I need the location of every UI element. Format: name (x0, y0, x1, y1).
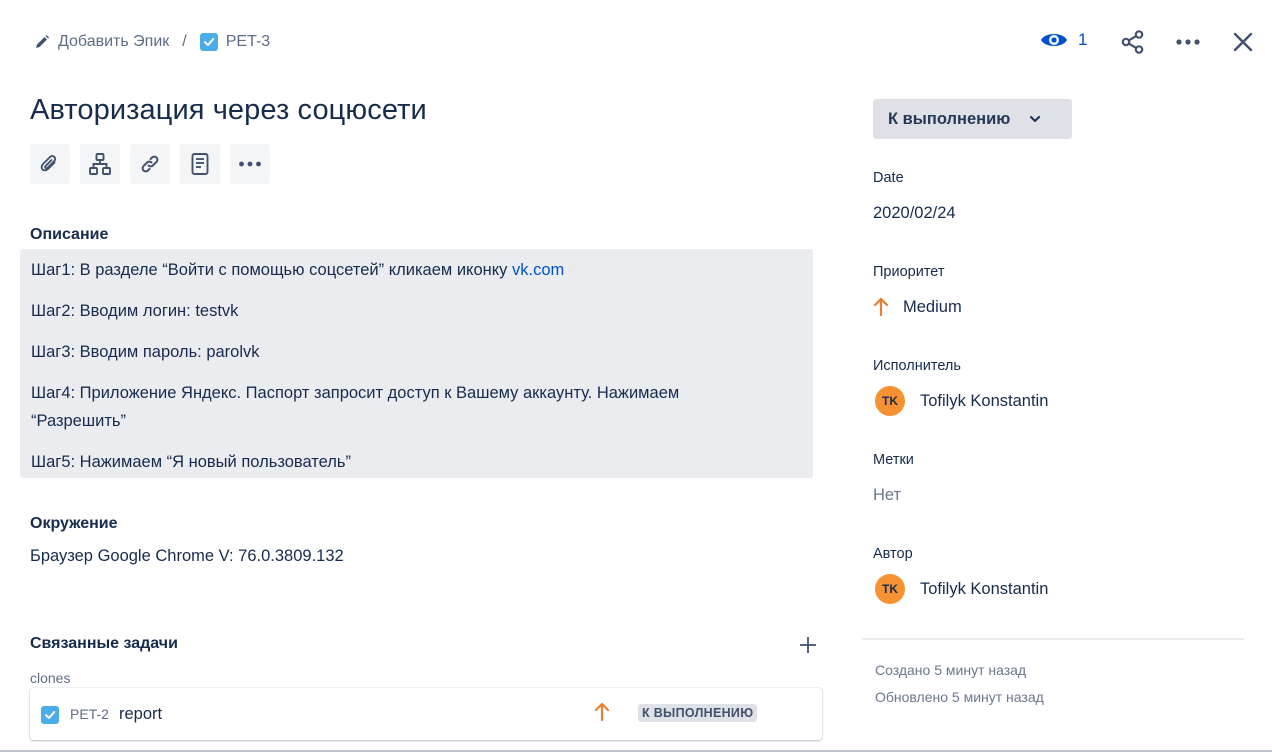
linked-issue-summary[interactable]: report (119, 705, 162, 724)
plus-icon (800, 637, 816, 653)
task-type-icon (41, 706, 59, 724)
description-label: Описание (30, 226, 109, 243)
priority-medium-icon (594, 702, 610, 722)
more-tools-button[interactable] (230, 144, 270, 184)
watch-button[interactable]: 1 (1040, 30, 1087, 50)
paperclip-icon (40, 155, 57, 172)
issue-title[interactable]: Авторизация через соцюсети (30, 94, 427, 127)
assignee-label: Исполнитель (873, 358, 961, 374)
child-issues-button[interactable] (80, 144, 120, 184)
created-timestamp: Создано 5 минут назад (875, 662, 1027, 678)
priority-medium-icon (873, 297, 889, 317)
chevron-down-icon (1028, 114, 1042, 124)
share-icon (1121, 30, 1144, 54)
description-step: Шаг1: В разделе “Войти с помощью соцсете… (31, 256, 802, 284)
task-type-icon (199, 33, 218, 51)
description-step: Шаг4: Приложение Яндекс. Паспорт запроси… (31, 384, 680, 430)
avatar: TK (875, 386, 905, 416)
child-issues-icon (89, 153, 111, 175)
reporter-label: Автор (873, 546, 913, 562)
environment-value[interactable]: Браузер Google Chrome V: 76.0.3809.132 (30, 547, 344, 566)
environment-label: Окружение (30, 515, 118, 532)
linked-issues-label: Связанные задачи (30, 635, 178, 652)
avatar: TK (875, 574, 905, 604)
create-page-button[interactable] (180, 144, 220, 184)
linked-issue-status[interactable]: К ВЫПОЛНЕНИЮ (638, 704, 758, 722)
linked-issue-key[interactable]: PET-2 (70, 706, 109, 722)
issue-key: PET-3 (225, 33, 271, 50)
date-label: Date (873, 170, 904, 186)
priority-value: Medium (903, 297, 962, 316)
priority-label: Приоритет (873, 264, 945, 280)
date-value[interactable]: 2020/02/24 (873, 204, 956, 223)
add-epic-link[interactable]: Добавить Эпик (34, 33, 169, 51)
description-content[interactable]: Шаг1: В разделе “Войти с помощью соцсете… (20, 249, 813, 478)
more-icon (1176, 39, 1200, 45)
more-actions-button[interactable] (1170, 24, 1206, 60)
watchers-count: 1 (1078, 30, 1088, 49)
share-button[interactable] (1115, 24, 1151, 60)
add-epic-label: Добавить Эпик (58, 33, 170, 50)
reporter-field[interactable]: TK Tofilyk Konstantin (875, 574, 1048, 604)
status-label: К выполнению (888, 109, 1011, 128)
issue-key-link[interactable]: PET-3 (199, 33, 271, 51)
step-text: Шаг1: В разделе “Войти с помощью соцсете… (31, 261, 512, 279)
description-step: Шаг5: Нажимаем “Я новый пользователь” (31, 453, 351, 471)
breadcrumb-separator: / (182, 33, 187, 50)
updated-timestamp: Обновлено 5 минут назад (875, 689, 1044, 705)
status-dropdown[interactable]: К выполнению (873, 99, 1072, 139)
link-relation-label: clones (30, 670, 71, 686)
labels-value[interactable]: Нет (873, 486, 901, 505)
eye-icon (1041, 34, 1067, 46)
priority-field[interactable]: Medium (873, 297, 962, 317)
more-icon (239, 161, 261, 167)
linked-issue-row[interactable]: PET-2 report К ВЫПОЛНЕНИЮ (30, 688, 822, 740)
description-step: Шаг2: Вводим логин: testvk (31, 302, 239, 320)
sidebar-divider (862, 638, 1244, 640)
reporter-name: Tofilyk Konstantin (920, 579, 1049, 598)
attach-button[interactable] (30, 144, 70, 184)
breadcrumb: Добавить Эпик / PET-3 (34, 30, 270, 54)
close-button[interactable] (1225, 24, 1261, 60)
issue-toolbar (30, 144, 270, 184)
vk-link[interactable]: vk.com (512, 261, 564, 279)
link-issue-button[interactable] (130, 144, 170, 184)
link-icon (141, 155, 159, 173)
assignee-name: Tofilyk Konstantin (920, 391, 1049, 410)
labels-label: Метки (873, 452, 914, 468)
description-step: Шаг3: Вводим пароль: parolvk (31, 343, 260, 361)
page-icon (191, 153, 209, 175)
add-linked-issue-button[interactable] (796, 633, 820, 657)
pencil-icon (36, 35, 49, 48)
assignee-field[interactable]: TK Tofilyk Konstantin (875, 386, 1048, 416)
close-icon (1233, 32, 1253, 52)
